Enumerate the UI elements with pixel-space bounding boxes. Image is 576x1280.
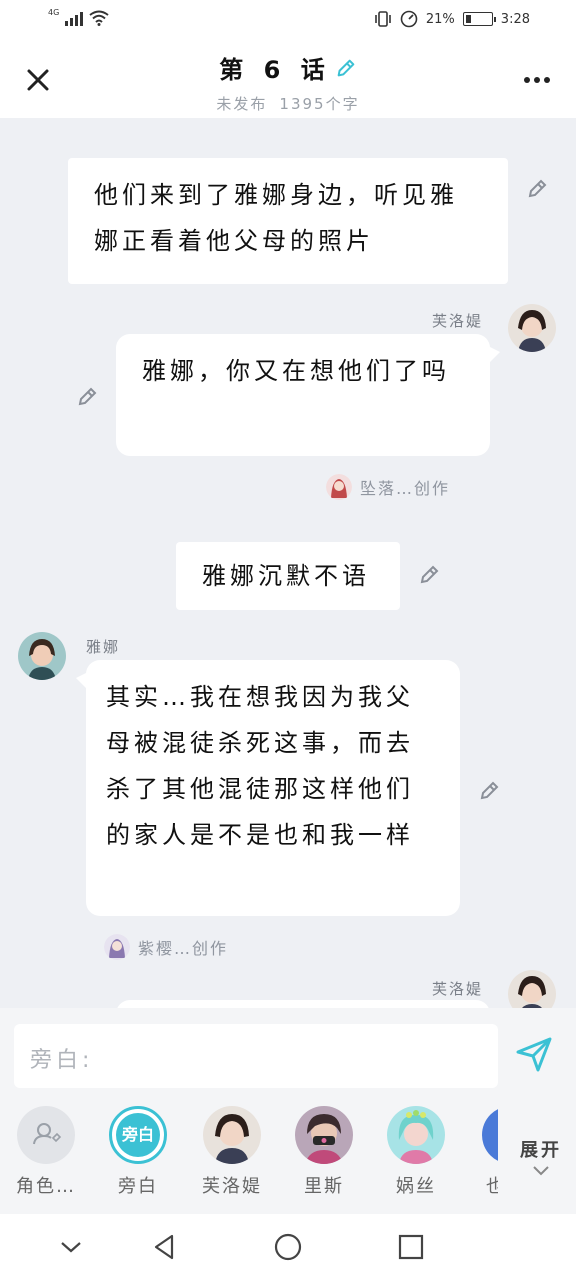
author-credit-text: 紫樱…创作 [138, 939, 229, 958]
edit-pen-icon[interactable] [418, 562, 442, 586]
edit-pen-icon[interactable] [76, 384, 100, 408]
message-input[interactable]: 旁白: [14, 1024, 498, 1088]
expand-button[interactable]: 展开 [520, 1136, 562, 1183]
role-avatar [295, 1106, 353, 1164]
role-label: 芙洛媞 [202, 1176, 262, 1197]
role-avatar [203, 1106, 261, 1164]
composer: 旁白: 角色… 旁白 旁白 芙洛媞 里斯 娲丝 也 展开 [0, 1008, 576, 1214]
status-left: 4G [48, 8, 109, 26]
chevron-down-icon [533, 1166, 549, 1176]
signal-icon [65, 10, 84, 26]
message-input-placeholder: 旁白: [30, 1048, 94, 1073]
wifi-icon [89, 10, 109, 26]
speaker-name: 芙洛媞 [432, 312, 484, 330]
role-selector: 角色… 旁白 旁白 芙洛媞 里斯 娲丝 也 展开 [0, 1106, 576, 1206]
chapter-title: 第 6 话 [219, 56, 331, 84]
home-circle-icon[interactable] [273, 1232, 303, 1262]
chat-area[interactable]: 他们来到了雅娜身边，听见雅娜正看着他父母的照片 芙洛媞 雅娜，你又在想他们了吗 … [0, 118, 576, 1008]
network-type: 4G [48, 8, 60, 17]
system-nav-bar [0, 1214, 576, 1280]
author-avatar [104, 934, 130, 960]
chapter-meta: 未发布 1395个字 [0, 93, 576, 114]
speaker-name: 芙洛媞 [432, 980, 484, 998]
battery-percent: 21% [425, 11, 455, 27]
author-avatar [326, 474, 352, 500]
chapter-title-row[interactable]: 第 6 话 [219, 50, 356, 85]
clock: 3:28 [500, 11, 530, 27]
message-bubble[interactable] [116, 1000, 490, 1008]
role-item[interactable]: 角色… [6, 1106, 86, 1198]
word-count: 1395个字 [279, 95, 360, 113]
recents-square-icon[interactable] [396, 1232, 426, 1262]
edit-title-icon[interactable] [335, 57, 357, 79]
avatar-fuluoti[interactable] [508, 304, 556, 352]
expand-label: 展开 [520, 1140, 562, 1161]
avatar-fuluoti[interactable] [508, 970, 556, 1008]
author-credit[interactable]: 紫樱…创作 [104, 934, 228, 960]
status-bar: 4G 21% 3:28 [0, 0, 576, 40]
message-text: 雅娜，你又在想他们了吗 [142, 357, 450, 385]
author-credit-text: 坠落…创作 [360, 479, 451, 498]
add-role-icon [17, 1106, 75, 1164]
bubble-tail [488, 346, 500, 364]
edit-pen-icon[interactable] [478, 778, 502, 802]
narration-bubble[interactable]: 雅娜沉默不语 [176, 542, 400, 610]
speed-icon [400, 10, 418, 28]
battery-icon [462, 12, 496, 26]
role-avatar [482, 1106, 498, 1164]
role-item[interactable]: 里斯 [284, 1106, 364, 1198]
role-avatar [387, 1106, 445, 1164]
avatar-yana[interactable] [18, 632, 66, 680]
role-label: 娲丝 [396, 1176, 436, 1197]
role-label: 旁白 [118, 1176, 158, 1197]
back-triangle-icon[interactable] [150, 1232, 180, 1262]
author-credit[interactable]: 坠落…创作 [326, 474, 450, 500]
role-item[interactable]: 也 [468, 1106, 498, 1198]
publish-status: 未发布 [216, 95, 268, 113]
narrator-icon-text: 旁白 [116, 1113, 160, 1157]
edit-pen-icon[interactable] [526, 176, 550, 200]
role-item[interactable]: 芙洛媞 [192, 1106, 272, 1198]
message-text: 其实…我在想我因为我父母被混徒杀死这事，而去杀了其他混徒那这样他们的家人是不是也… [106, 683, 414, 849]
role-item-narrator[interactable]: 旁白 旁白 [98, 1106, 178, 1198]
bubble-tail [76, 672, 88, 690]
narration-bubble[interactable]: 他们来到了雅娜身边，听见雅娜正看着他父母的照片 [68, 158, 508, 284]
role-label: 也 [486, 1176, 498, 1197]
hide-keyboard-chevron-icon[interactable] [56, 1232, 86, 1262]
role-label: 角色… [16, 1176, 76, 1197]
battery-fill [465, 15, 471, 23]
role-item[interactable]: 娲丝 [376, 1106, 456, 1198]
send-button[interactable] [514, 1034, 554, 1074]
role-label: 里斯 [304, 1176, 344, 1197]
narration-text: 雅娜沉默不语 [202, 562, 370, 590]
speaker-name: 雅娜 [86, 638, 121, 656]
narration-text: 他们来到了雅娜身边，听见雅娜正看着他父母的照片 [94, 181, 458, 255]
vibrate-icon [375, 11, 391, 27]
header: 第 6 话 未发布 1395个字 [0, 40, 576, 118]
message-bubble[interactable]: 雅娜，你又在想他们了吗 [116, 334, 490, 456]
title-area: 第 6 话 未发布 1395个字 [0, 50, 576, 114]
more-options-button[interactable] [520, 70, 554, 90]
message-bubble[interactable]: 其实…我在想我因为我父母被混徒杀死这事，而去杀了其他混徒那这样他们的家人是不是也… [86, 660, 460, 916]
narrator-icon: 旁白 [109, 1106, 167, 1164]
status-right: 21% 3:28 [374, 10, 530, 28]
